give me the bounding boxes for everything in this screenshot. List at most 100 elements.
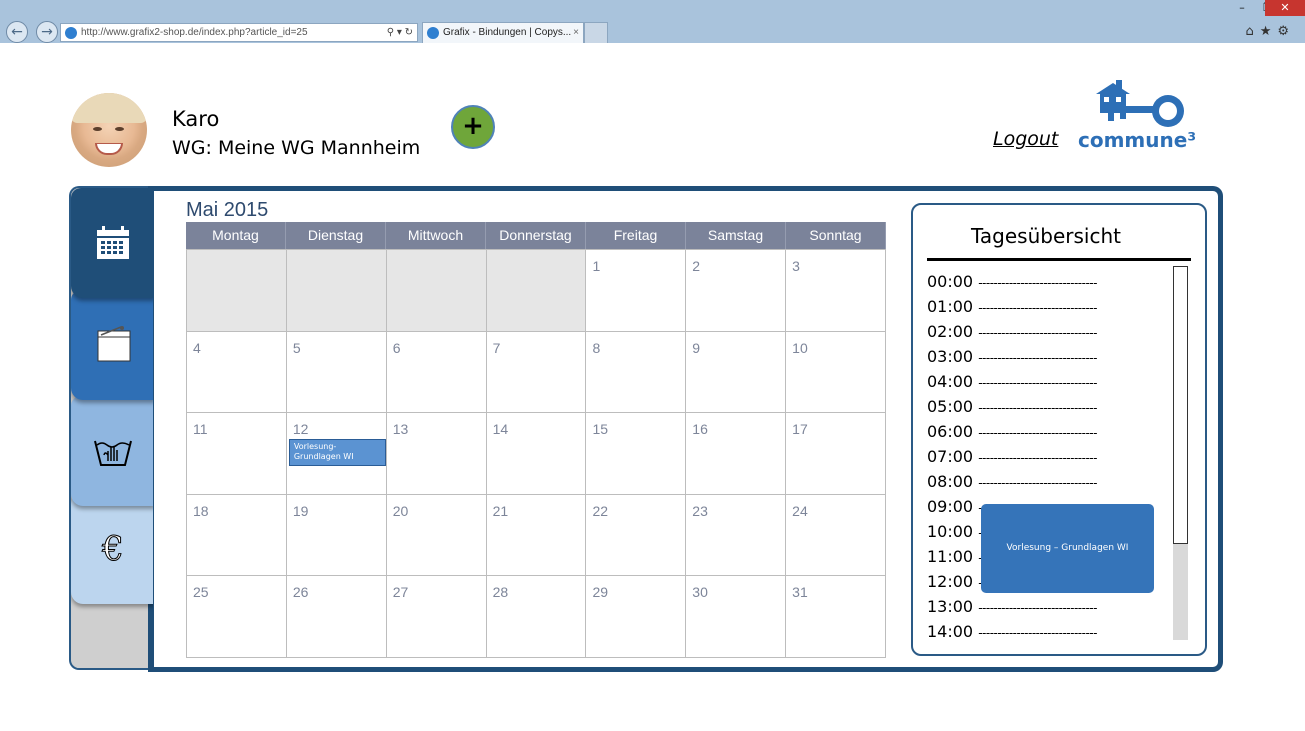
day-number: 24 — [792, 502, 808, 519]
new-tab-button[interactable] — [584, 22, 608, 43]
euro-icon: € — [101, 529, 125, 569]
calendar-day-cell[interactable]: 3 — [786, 250, 887, 332]
calendar-grid: 1 2 3 4 5 6 7 8 9 10 11 12 Vorlesung- Grundlagen WI 1… — [186, 249, 887, 658]
logout-link[interactable]: Logout — [993, 128, 1058, 150]
calendar-week-row: 1 2 3 — [187, 250, 887, 332]
calendar-day-cell[interactable]: 14 — [486, 413, 587, 495]
calendar-day-cell[interactable]: 13 — [386, 413, 487, 495]
time-slot[interactable]: 07:00 ------------------------------- — [927, 447, 1097, 466]
time-slot[interactable]: 04:00 ------------------------------- — [927, 372, 1097, 391]
weekday-header: Montag Dienstag Mittwoch Donnerstag Freitag S… — [186, 222, 886, 249]
time-dashes: ------------------------------- — [978, 476, 1097, 490]
day-event-block[interactable]: Vorlesung – Grundlagen WI — [981, 504, 1154, 593]
address-bar[interactable]: http://www.grafix2-shop.de/index.php?art… — [60, 23, 418, 42]
calendar-week-row: 11 12 Vorlesung- Grundlagen WI 13 14 15 16 17 — [187, 413, 887, 495]
calendar-day-cell[interactable]: 23 — [686, 494, 787, 577]
calendar-day-cell[interactable]: 12 Vorlesung- Grundlagen WI — [286, 413, 387, 495]
time-dashes: ------------------------------- — [978, 351, 1097, 365]
calendar-day-cell[interactable]: 26 — [286, 576, 387, 658]
browser-tab[interactable]: Grafix - Bindungen | Copys... × — [422, 22, 584, 43]
time-slot[interactable]: 14:00 ------------------------------- — [927, 622, 1097, 641]
calendar-day-cell[interactable]: 22 — [586, 494, 687, 577]
time-label: 04:00 — [927, 372, 974, 391]
wg-name: WG: Meine WG Mannheim — [172, 137, 421, 159]
ie-favicon-icon — [65, 27, 77, 39]
search-refresh-icon[interactable]: ⚲ ▾ ↻ — [387, 24, 413, 41]
weekday-label: Freitag — [586, 222, 686, 249]
calendar-day-cell[interactable]: 9 — [686, 331, 787, 414]
avatar[interactable] — [71, 93, 147, 167]
time-label: 09:00 — [927, 497, 974, 516]
calendar-day-cell[interactable]: 6 — [386, 331, 487, 414]
day-number: 1 — [592, 258, 601, 274]
svg-text:€: € — [101, 529, 124, 569]
day-number: 28 — [492, 584, 509, 601]
minimize-button[interactable]: – — [1228, 0, 1256, 16]
calendar-day-cell[interactable]: 31 — [786, 576, 887, 658]
time-slot[interactable]: 03:00 ------------------------------- — [927, 347, 1097, 366]
calendar-day-cell[interactable]: 2 — [686, 250, 787, 332]
month-title: Mai 2015 — [186, 199, 269, 221]
time-dashes: ------------------------------- — [978, 326, 1097, 340]
time-label: 13:00 — [927, 597, 974, 616]
calendar-day-cell[interactable]: 30 — [686, 576, 787, 658]
address-url: http://www.grafix2-shop.de/index.php?art… — [81, 27, 308, 38]
time-label: 08:00 — [927, 472, 974, 491]
sidebar-item-finance[interactable]: € — [71, 494, 153, 604]
user-name: Karo — [172, 107, 220, 131]
calendar-day-cell[interactable]: 24 — [786, 494, 887, 577]
time-slot[interactable]: 08:00 ------------------------------- — [927, 472, 1097, 491]
close-window-button[interactable]: ✕ — [1265, 0, 1305, 16]
calendar-icon — [97, 226, 129, 259]
day-overview-divider — [927, 258, 1191, 261]
calendar-day-cell[interactable]: 17 — [786, 413, 887, 495]
time-label: 11:00 — [927, 547, 974, 566]
calendar-day-cell[interactable]: 4 — [187, 331, 287, 414]
calendar-day-cell[interactable]: 5 — [286, 331, 387, 414]
time-slot[interactable]: 06:00 ------------------------------- — [927, 422, 1097, 441]
sidebar-item-notes[interactable] — [71, 290, 153, 400]
forward-button[interactable]: → — [36, 21, 58, 43]
day-number: 10 — [792, 339, 808, 356]
calendar-day-cell[interactable]: 8 — [586, 331, 687, 414]
calendar-day-cell[interactable]: 29 — [586, 576, 687, 658]
sidebar-item-calendar[interactable] — [71, 188, 153, 298]
time-slot[interactable]: 05:00 ------------------------------- — [927, 397, 1097, 416]
day-number: 21 — [492, 502, 509, 519]
calendar-day-cell[interactable]: 1 — [586, 250, 687, 332]
sidebar-item-laundry[interactable] — [71, 396, 153, 506]
calendar-day-cell[interactable]: 21 — [486, 494, 587, 577]
calendar-day-cell[interactable]: 15 — [586, 413, 687, 495]
calendar-day-cell[interactable]: 11 — [187, 413, 287, 495]
sidebar: € — [69, 186, 153, 670]
time-slot[interactable]: 01:00 ------------------------------- — [927, 297, 1097, 316]
tab-close-icon[interactable]: × — [573, 23, 579, 43]
calendar-day-cell[interactable]: 10 — [786, 331, 887, 414]
add-button[interactable]: + — [451, 105, 495, 149]
calendar-day-cell[interactable]: 25 — [187, 576, 287, 658]
day-number: 13 — [392, 421, 409, 438]
day-number: 16 — [692, 421, 708, 438]
time-dashes: ------------------------------- — [978, 426, 1097, 440]
calendar-day-cell[interactable]: 18 — [187, 494, 287, 577]
calendar-day-cell[interactable]: 28 — [486, 576, 587, 658]
time-label: 12:00 — [927, 572, 974, 591]
toolbar-icons[interactable]: ⌂★⚙ — [1245, 24, 1295, 39]
calendar-day-cell[interactable]: 19 — [286, 494, 387, 577]
calendar-day-cell[interactable]: 7 — [486, 331, 587, 414]
time-dashes: ------------------------------- — [978, 301, 1097, 315]
day-overview-title: Tagesübersicht — [971, 224, 1121, 248]
back-button[interactable]: ← — [6, 21, 28, 43]
calendar-day-cell[interactable]: 20 — [386, 494, 487, 577]
calendar-day-cell — [486, 250, 587, 332]
day-number: 12 — [292, 421, 309, 438]
scrollbar-thumb[interactable] — [1173, 266, 1188, 544]
calendar-event[interactable]: Vorlesung- Grundlagen WI — [288, 439, 386, 467]
time-slot[interactable]: 00:00 ------------------------------- — [927, 272, 1097, 291]
time-slot[interactable]: 02:00 ------------------------------- — [927, 322, 1097, 341]
calendar-day-cell[interactable]: 16 — [686, 413, 787, 495]
calendar-day-cell[interactable]: 27 — [386, 576, 487, 658]
tab-title: Grafix - Bindungen | Copys... — [443, 27, 572, 38]
time-slot[interactable]: 13:00 ------------------------------- — [927, 597, 1097, 616]
day-number: 4 — [193, 339, 201, 356]
